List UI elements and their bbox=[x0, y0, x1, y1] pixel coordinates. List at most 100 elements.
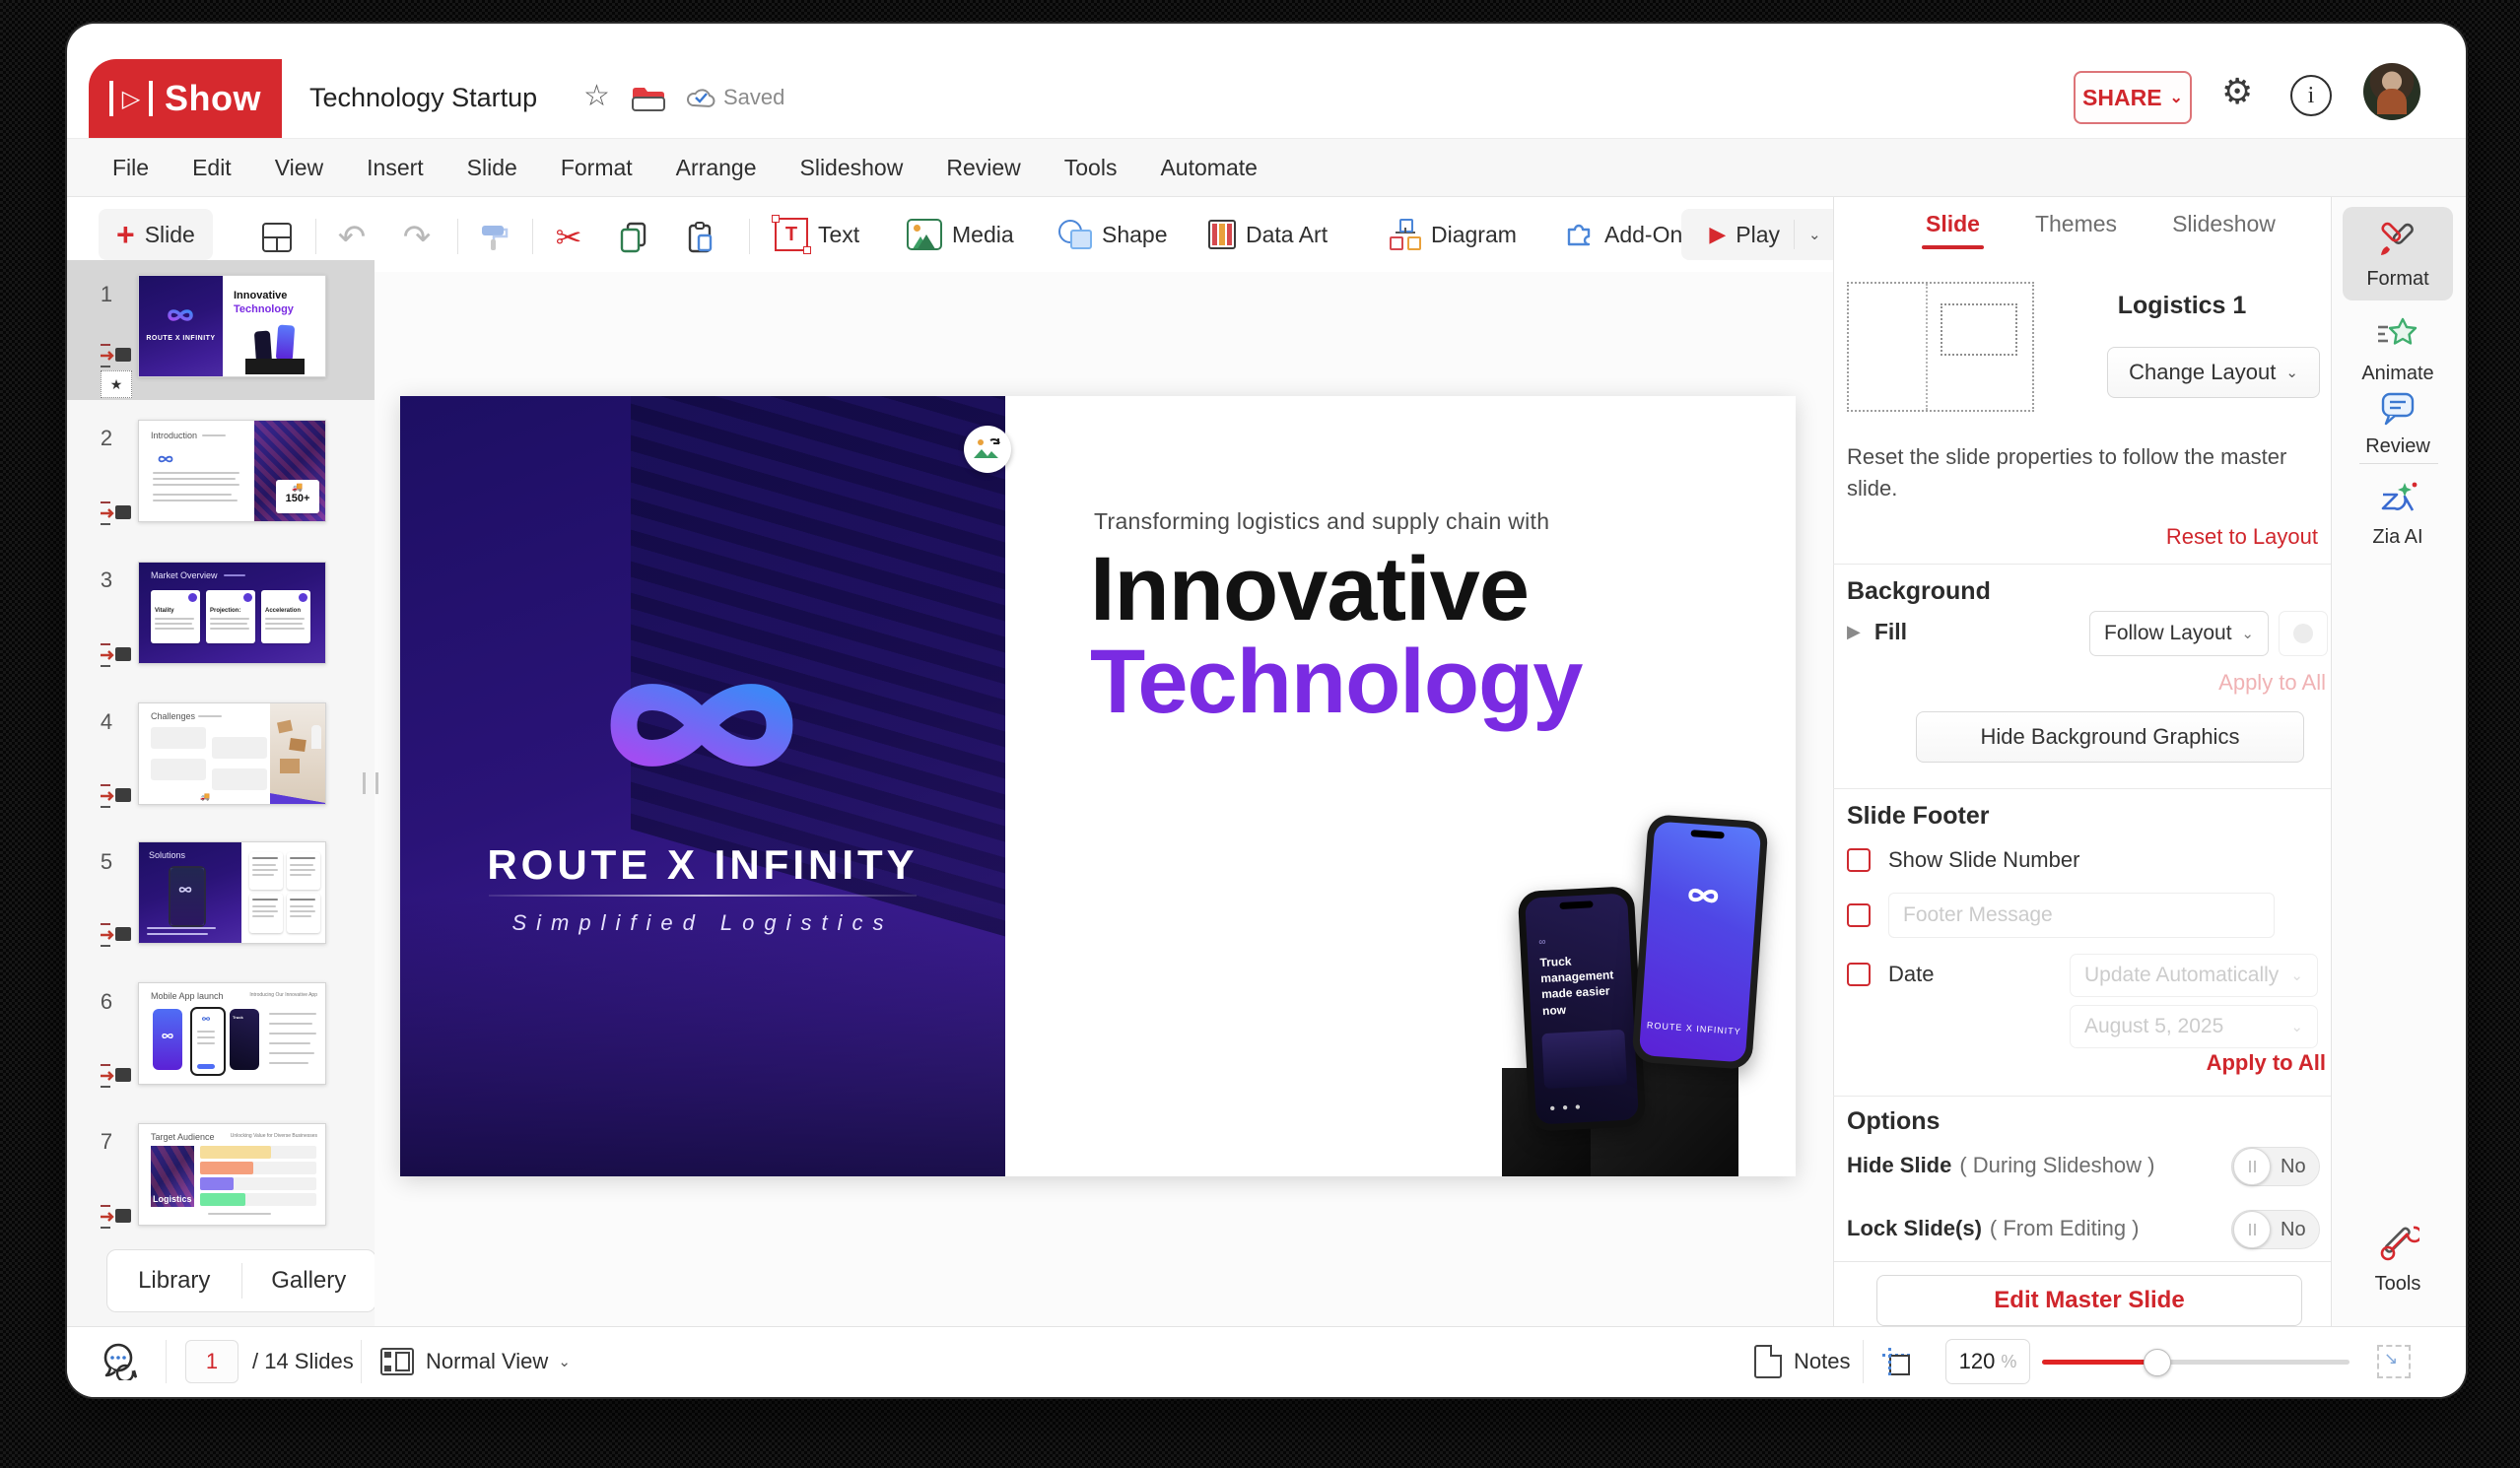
section-divider bbox=[1833, 1096, 2331, 1097]
document-title[interactable]: Technology Startup bbox=[309, 83, 537, 113]
library-button[interactable]: Library bbox=[107, 1267, 241, 1295]
slide-thumbnail-4[interactable]: Challenges 🚚 bbox=[138, 702, 326, 805]
transition-icon[interactable] bbox=[99, 1202, 136, 1232]
tab-slide[interactable]: Slide bbox=[1926, 211, 1980, 237]
menu-tools[interactable]: Tools bbox=[1064, 155, 1118, 181]
menu-slideshow[interactable]: Slideshow bbox=[800, 155, 904, 181]
slide-thumbnail-7[interactable]: Target Audience Unlocking Value for Dive… bbox=[138, 1123, 326, 1226]
play-button[interactable]: ▶ Play ⌄ bbox=[1681, 209, 1849, 260]
tab-slideshow[interactable]: Slideshow bbox=[2172, 211, 2276, 237]
menu-view[interactable]: View bbox=[275, 155, 323, 181]
section-divider bbox=[1833, 788, 2331, 789]
footer-message-input[interactable] bbox=[1888, 893, 2275, 938]
panel-resize-handle[interactable] bbox=[363, 772, 378, 794]
menu-slide[interactable]: Slide bbox=[467, 155, 517, 181]
lock-slide-toggle[interactable]: No bbox=[2231, 1210, 2320, 1249]
cut-icon[interactable]: ✂ bbox=[552, 221, 585, 254]
thumb1-brand: ROUTE X INFINITY bbox=[139, 335, 223, 342]
undo-icon[interactable]: ↶ bbox=[335, 221, 369, 254]
zoom-track[interactable] bbox=[2042, 1360, 2350, 1365]
favorite-star-icon[interactable]: ☆ bbox=[583, 79, 610, 113]
expand-caret-icon[interactable]: ▶ bbox=[1847, 622, 1861, 642]
change-layout-button[interactable]: Change Layout ⌄ bbox=[2107, 347, 2320, 398]
date-checkbox[interactable] bbox=[1847, 963, 1871, 986]
menu-format[interactable]: Format bbox=[561, 155, 633, 181]
rail-divider bbox=[2359, 463, 2438, 464]
comments-button[interactable] bbox=[97, 1326, 140, 1397]
menu-arrange[interactable]: Arrange bbox=[676, 155, 757, 181]
footer-message-checkbox[interactable] bbox=[1847, 903, 1871, 927]
slide-thumbnail-3[interactable]: Market Overview Vitality Projection: Acc… bbox=[138, 562, 326, 664]
section-divider bbox=[1833, 564, 2331, 565]
tab-themes[interactable]: Themes bbox=[2035, 211, 2117, 237]
paste-icon[interactable] bbox=[684, 221, 717, 254]
menu-review[interactable]: Review bbox=[946, 155, 1020, 181]
date-mode-dropdown[interactable]: Update Automatically ⌄ bbox=[2070, 954, 2318, 997]
transition-icon[interactable] bbox=[99, 341, 136, 370]
info-icon[interactable]: i bbox=[2290, 75, 2332, 116]
menu-insert[interactable]: Insert bbox=[367, 155, 424, 181]
zoom-slider-thumb[interactable] bbox=[2144, 1349, 2171, 1376]
fill-color-swatch[interactable] bbox=[2279, 611, 2328, 656]
menu-automate[interactable]: Automate bbox=[1160, 155, 1257, 181]
fill-dropdown[interactable]: Follow Layout ⌄ bbox=[2089, 611, 2269, 656]
reset-to-layout-link[interactable]: Reset to Layout bbox=[2148, 524, 2318, 550]
addon-button[interactable]: Add-On bbox=[1565, 209, 1682, 260]
slide-thumbnail-1[interactable]: ROUTE X INFINITY Innovative Technology bbox=[138, 275, 326, 377]
guides-button[interactable] bbox=[1882, 1326, 1910, 1397]
zoom-slider[interactable] bbox=[2042, 1326, 2350, 1397]
format-painter-icon[interactable] bbox=[477, 221, 511, 254]
copy-icon[interactable] bbox=[617, 221, 650, 254]
animation-star-icon[interactable]: ★ bbox=[101, 370, 132, 398]
edit-master-slide-button[interactable]: Edit Master Slide bbox=[1876, 1275, 2302, 1326]
phone-mockup-left: ∞ Truck management made easier now ● ● ● bbox=[1518, 886, 1647, 1132]
data-art-icon bbox=[1208, 220, 1236, 249]
rail-review-button[interactable]: Review bbox=[2343, 390, 2453, 458]
slide-canvas[interactable]: ROUTE X INFINITY Simplified Logistics Tr… bbox=[400, 396, 1796, 1176]
menu-file[interactable]: File bbox=[112, 155, 149, 181]
slide-layout-icon[interactable] bbox=[260, 221, 294, 254]
gallery-button[interactable]: Gallery bbox=[242, 1267, 376, 1295]
insert-text-button[interactable]: T Text bbox=[775, 209, 859, 260]
current-slide-input[interactable]: 1 bbox=[185, 1340, 238, 1383]
hide-background-graphics-button[interactable]: Hide Background Graphics bbox=[1916, 711, 2304, 763]
notes-button[interactable]: Notes bbox=[1754, 1326, 1850, 1397]
settings-gear-icon[interactable]: ⚙ bbox=[2221, 71, 2253, 112]
folder-icon[interactable] bbox=[631, 85, 666, 119]
zoom-value-box[interactable]: 120 % bbox=[1945, 1326, 2030, 1397]
rail-animate-button[interactable]: Animate bbox=[2343, 315, 2453, 385]
user-avatar[interactable] bbox=[2363, 63, 2420, 120]
hide-slide-toggle[interactable]: No bbox=[2231, 1147, 2320, 1186]
slide-thumbnail-6[interactable]: Mobile App launch Introducing Our Innova… bbox=[138, 982, 326, 1085]
transition-icon[interactable] bbox=[99, 640, 136, 670]
slide-title-line1: Innovative bbox=[1090, 538, 1529, 641]
add-slide-button[interactable]: + Slide bbox=[99, 209, 213, 260]
footer-apply-to-all-link[interactable]: Apply to All bbox=[2148, 1050, 2326, 1076]
transition-icon[interactable] bbox=[99, 499, 136, 528]
app-logo[interactable]: ▷ Show bbox=[89, 59, 282, 138]
transition-icon[interactable] bbox=[99, 920, 136, 950]
show-slide-number-checkbox[interactable] bbox=[1847, 848, 1871, 872]
transition-icon[interactable] bbox=[99, 781, 136, 811]
redo-icon[interactable]: ↷ bbox=[400, 221, 434, 254]
thumb7-image-label: Logistics bbox=[153, 1194, 192, 1204]
insert-shape-button[interactable]: Shape bbox=[1058, 209, 1168, 260]
slide-thumbnail-5[interactable]: Solutions bbox=[138, 841, 326, 944]
view-switcher[interactable]: Normal View ⌄ bbox=[380, 1326, 571, 1397]
rail-format-button[interactable]: Format bbox=[2343, 207, 2453, 300]
menu-edit[interactable]: Edit bbox=[192, 155, 232, 181]
rail-tools-button[interactable]: Tools bbox=[2343, 1224, 2453, 1296]
share-button[interactable]: SHARE ⌄ bbox=[2074, 71, 2192, 124]
fit-to-screen-button[interactable] bbox=[2377, 1326, 2411, 1397]
date-value-dropdown[interactable]: August 5, 2025 ⌄ bbox=[2070, 1005, 2318, 1048]
chevron-down-icon: ⌄ bbox=[558, 1353, 571, 1370]
transition-icon[interactable] bbox=[99, 1061, 136, 1091]
replace-image-badge[interactable] bbox=[964, 426, 1011, 473]
insert-diagram-button[interactable]: Diagram bbox=[1390, 209, 1517, 260]
rail-zia-ai-button[interactable]: Zia AI bbox=[2343, 479, 2453, 549]
insert-data-art-button[interactable]: Data Art bbox=[1208, 209, 1328, 260]
slide-thumbnail-2[interactable]: Introduction 🚚 150+ bbox=[138, 420, 326, 522]
screenshot-stage: ▷ Show Technology Startup ☆ Saved SHARE … bbox=[0, 0, 2520, 1468]
insert-media-button[interactable]: Media bbox=[907, 209, 1014, 260]
thumb3-heading: Market Overview bbox=[151, 570, 218, 580]
